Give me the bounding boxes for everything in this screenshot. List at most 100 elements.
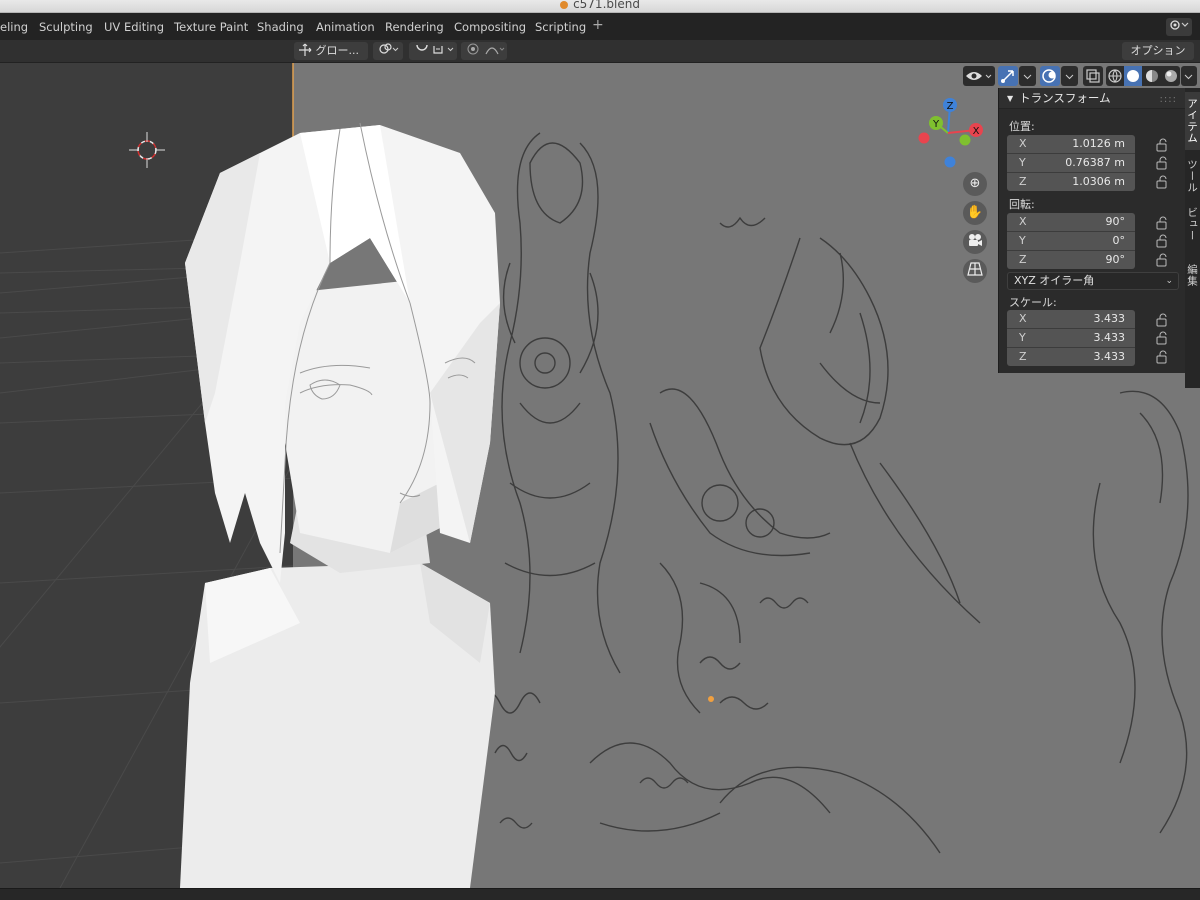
navigation-gizmo[interactable]: Z Y X [910, 93, 990, 173]
rotation-z-field[interactable]: Z 90° [1007, 250, 1135, 269]
chevron-down-icon [1184, 74, 1193, 80]
rotation-z-value: 90° [1105, 253, 1126, 266]
options-dropdown[interactable]: オプション ⌄ [1122, 42, 1194, 74]
scene-icon [1170, 20, 1189, 30]
tab-animation[interactable]: Animation [310, 18, 381, 36]
location-x-value: 1.0126 m [1072, 137, 1125, 150]
proportional-edit-icon [467, 43, 505, 55]
camera-view-button[interactable] [963, 230, 987, 254]
lock-icon[interactable] [1155, 216, 1169, 230]
sidebar-tab-tool[interactable]: ツール [1185, 154, 1200, 198]
snap-toggle-group[interactable] [409, 42, 457, 60]
scene-selector-button[interactable] [1166, 18, 1192, 36]
tab-sculpting[interactable]: Sculpting [33, 18, 99, 36]
lock-icon[interactable] [1155, 313, 1169, 327]
chevron-down-icon [1065, 74, 1074, 80]
character-mesh [180, 122, 500, 888]
transform-panel-header[interactable]: ▼ トランスフォーム:::: [999, 88, 1185, 109]
lock-icon[interactable] [1155, 253, 1169, 267]
snap-icon [416, 44, 454, 54]
visibility-dropdown[interactable] [963, 66, 995, 86]
location-y-value: 0.76387 m [1065, 156, 1125, 169]
tab-texture-paint[interactable]: Texture Paint [168, 18, 254, 36]
lock-icon[interactable] [1155, 156, 1169, 170]
zoom-icon: ⊕ [969, 176, 981, 191]
blender-window: c571.blend eling Sculpting UV Editing Te… [0, 0, 1200, 900]
axis-label: Z [1019, 253, 1027, 266]
gizmo-y-label: Y [932, 119, 940, 130]
hand-icon: ✋ [966, 205, 984, 220]
xray-toggle-button[interactable] [1083, 66, 1103, 86]
lock-icon[interactable] [1155, 234, 1169, 248]
scale-label: スケール: [1009, 296, 1057, 309]
drag-handle-icon[interactable]: :::: [1160, 90, 1177, 110]
solid-icon [1127, 70, 1139, 82]
rotation-y-field[interactable]: Y 0° [1007, 231, 1135, 250]
gizmo-icon [1001, 70, 1014, 83]
overlay-options-dropdown[interactable] [1061, 66, 1078, 86]
tab-scripting[interactable]: Scripting [529, 18, 592, 36]
chevron-down-icon [1023, 74, 1032, 80]
rotation-x-field[interactable]: X 90° [1007, 213, 1135, 231]
sidebar-transform-panel: ▼ トランスフォーム:::: 位置: X 1.0126 m Y 0.76387 m Z… [998, 88, 1185, 373]
lock-icon[interactable] [1155, 331, 1169, 345]
lock-icon[interactable] [1155, 350, 1169, 364]
location-label: 位置: [1009, 120, 1035, 133]
overlay-icon [1042, 69, 1056, 83]
shading-mode-group [1106, 66, 1180, 86]
lock-icon[interactable] [1155, 175, 1169, 189]
gizmo-toggle-button[interactable] [998, 66, 1018, 86]
viewport-header: グロー... ⌄ オプション ⌄ [0, 40, 1200, 74]
proportional-editing-group[interactable] [461, 42, 507, 60]
sidebar-tab-view[interactable]: ビュー [1185, 204, 1200, 244]
camera-icon [969, 234, 982, 246]
shading-options-dropdown[interactable] [1181, 66, 1197, 86]
workspace-tabs: eling Sculpting UV Editing Texture Paint… [0, 13, 1200, 40]
add-workspace-button[interactable]: + [586, 16, 610, 34]
axis-label: Z [1019, 350, 1027, 363]
timeline-header [0, 888, 1200, 900]
sidebar-tab-item[interactable]: アイテム [1185, 92, 1200, 150]
material-icon[interactable] [1143, 66, 1161, 86]
rotation-mode-dropdown[interactable]: XYZ オイラー角 ⌄ [1007, 272, 1179, 290]
gizmo-options-dropdown[interactable] [1019, 66, 1036, 86]
lock-icon[interactable] [1155, 138, 1169, 152]
wireframe-icon[interactable] [1106, 66, 1124, 86]
grid-icon [967, 262, 983, 276]
rotation-x-value: 90° [1105, 215, 1126, 228]
tab-compositing[interactable]: Compositing [448, 18, 532, 36]
rotation-y-value: 0° [1112, 234, 1126, 247]
location-x-field[interactable]: X 1.0126 m [1007, 135, 1135, 153]
scale-x-value: 3.433 [1093, 312, 1126, 325]
render-icon[interactable] [1162, 66, 1180, 86]
overlay-toggle-button[interactable] [1040, 66, 1060, 86]
axis-label: Z [1019, 175, 1027, 188]
pivot-point-dropdown[interactable] [373, 42, 403, 60]
tab-shading[interactable]: Shading [251, 18, 310, 36]
axis-label: X [1019, 137, 1027, 150]
perspective-toggle-button[interactable] [963, 259, 987, 283]
axis-label: Y [1019, 331, 1026, 344]
window-title-text: c571.blend [573, 0, 640, 11]
zoom-button[interactable]: ⊕ [963, 172, 987, 196]
blend-file-icon [560, 0, 569, 9]
gizmo-z-label: Z [947, 101, 954, 112]
tab-rendering[interactable]: Rendering [379, 18, 450, 36]
location-y-field[interactable]: Y 0.76387 m [1007, 153, 1135, 172]
sidebar-tab-edit[interactable]: 編集 [1185, 258, 1200, 292]
chevron-down-icon: ⌄ [1165, 276, 1173, 286]
scale-z-field[interactable]: Z 3.433 [1007, 347, 1135, 366]
orientation-icon [299, 43, 312, 56]
solid-shading-button[interactable] [1124, 66, 1142, 86]
location-z-value: 1.0306 m [1072, 175, 1125, 188]
location-z-field[interactable]: Z 1.0306 m [1007, 172, 1135, 191]
tab-uv-editing[interactable]: UV Editing [98, 18, 170, 36]
scale-y-field[interactable]: Y 3.433 [1007, 328, 1135, 347]
pan-button[interactable]: ✋ [963, 201, 987, 225]
transform-orientation-dropdown[interactable]: グロー... ⌄ [294, 42, 368, 74]
axis-label: Y [1019, 156, 1026, 169]
rotation-mode-value: XYZ オイラー角 [1014, 274, 1095, 287]
scale-x-field[interactable]: X 3.433 [1007, 310, 1135, 328]
eye-icon [966, 72, 992, 80]
tab-modeling[interactable]: eling [0, 18, 34, 36]
